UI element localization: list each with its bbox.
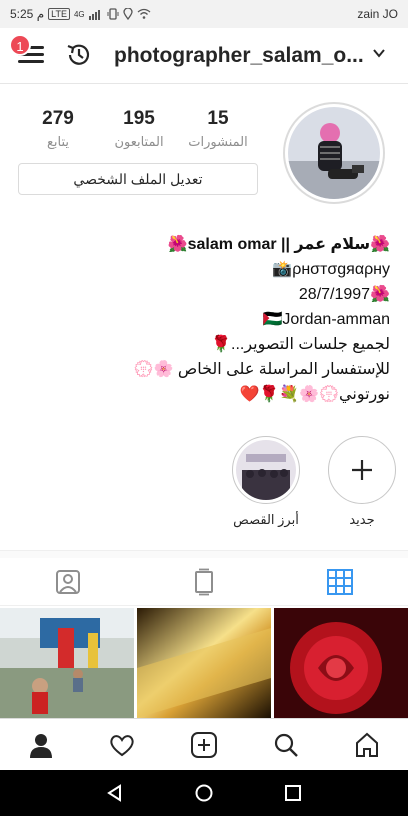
bio-line: نورتوني💮🌸💐🌹❤️ <box>239 386 390 403</box>
chevron-down-icon[interactable] <box>372 46 386 60</box>
section-divider <box>0 550 408 558</box>
signal-icon <box>88 10 100 20</box>
bio-line: ρнσтσgяαρну📸 <box>272 261 390 278</box>
grid-icon <box>327 568 353 595</box>
add-post-icon <box>190 731 217 758</box>
edit-profile-button[interactable]: تعديل الملف الشخصي <box>18 163 258 195</box>
system-navigation-bar <box>0 770 408 816</box>
story-highlight[interactable]: أبرز القصص <box>226 436 306 528</box>
nav-search[interactable] <box>245 719 327 770</box>
tab-tagged[interactable] <box>0 558 136 605</box>
tab-igtv[interactable] <box>136 558 272 605</box>
new-highlight-label: جديد <box>349 512 375 527</box>
following-label: يتابع <box>46 134 70 149</box>
heart-icon <box>110 734 135 756</box>
igtv-icon <box>195 568 213 595</box>
profile-avatar-ring[interactable] <box>283 102 385 204</box>
search-icon <box>274 733 298 757</box>
posts-count: 15 <box>207 108 229 129</box>
post-thumbnail[interactable] <box>137 608 271 718</box>
posts-stat[interactable]: 15 المنشورات <box>186 108 250 150</box>
status-left: 5:25 م LTE 4G <box>10 7 151 21</box>
status-time: 5:25 م <box>10 7 45 21</box>
plus-icon <box>352 460 372 480</box>
following-count: 279 <box>42 108 74 129</box>
status-bar: 5:25 م LTE 4G zain JO <box>0 0 408 28</box>
bio-line: لجميع جلسات التصوير...🌹 <box>211 336 390 353</box>
recents-icon[interactable] <box>283 783 303 803</box>
notification-badge: 1 <box>9 34 31 56</box>
post-thumbnail[interactable] <box>0 608 134 718</box>
post-grid <box>0 608 408 718</box>
home-icon <box>356 732 379 757</box>
back-icon[interactable] <box>105 783 125 803</box>
post-thumbnail[interactable] <box>274 608 408 718</box>
bottom-navigation <box>0 718 408 770</box>
network-type: 4G <box>73 9 85 19</box>
tab-grid[interactable] <box>272 558 408 605</box>
story-highlight-label: أبرز القصص <box>233 512 299 527</box>
wifi-icon <box>137 8 151 19</box>
posts-label: المنشورات <box>188 134 248 149</box>
tagged-icon <box>56 569 80 594</box>
new-highlight[interactable]: جديد <box>322 436 402 528</box>
highlight-cover <box>236 440 296 500</box>
following-stat[interactable]: 279 يتابع <box>30 108 86 150</box>
bio-name: 🌺سلام عمر || salam omar🌺 <box>167 236 390 253</box>
nav-home[interactable] <box>326 719 408 770</box>
vibrate-icon <box>107 8 119 20</box>
followers-count: 195 <box>123 108 155 129</box>
profile-bio: 🌺سلام عمر || salam omar🌺 ρнσтσgяαρну📸 🌺2… <box>20 232 390 407</box>
volte-badge: LTE <box>48 8 70 20</box>
profile-header: 1 photographer_salam_o... <box>0 28 408 84</box>
nav-activity[interactable] <box>82 719 164 770</box>
story-highlight-circle[interactable] <box>232 436 300 504</box>
carrier-name: zain JO <box>357 7 398 21</box>
profile-tabs <box>0 558 408 606</box>
nav-profile[interactable] <box>0 719 82 770</box>
followers-stat[interactable]: 195 المتابعون <box>104 108 174 150</box>
bio-line: 🇵🇸Jordan-amman <box>262 311 390 328</box>
new-highlight-circle[interactable] <box>328 436 396 504</box>
nav-add-post[interactable] <box>163 719 245 770</box>
followers-label: المتابعون <box>114 134 164 149</box>
profile-username[interactable]: photographer_salam_o... <box>114 44 364 68</box>
profile-avatar <box>288 107 380 199</box>
profile-icon <box>29 733 52 758</box>
bio-line: 🌺28/7/1997 <box>298 286 390 303</box>
archive-clock-icon[interactable] <box>64 40 94 70</box>
home-circle-icon[interactable] <box>194 783 214 803</box>
bio-line: للإستفسار المراسلة على الخاص 🌸💮 <box>133 361 390 378</box>
location-icon <box>123 8 133 20</box>
